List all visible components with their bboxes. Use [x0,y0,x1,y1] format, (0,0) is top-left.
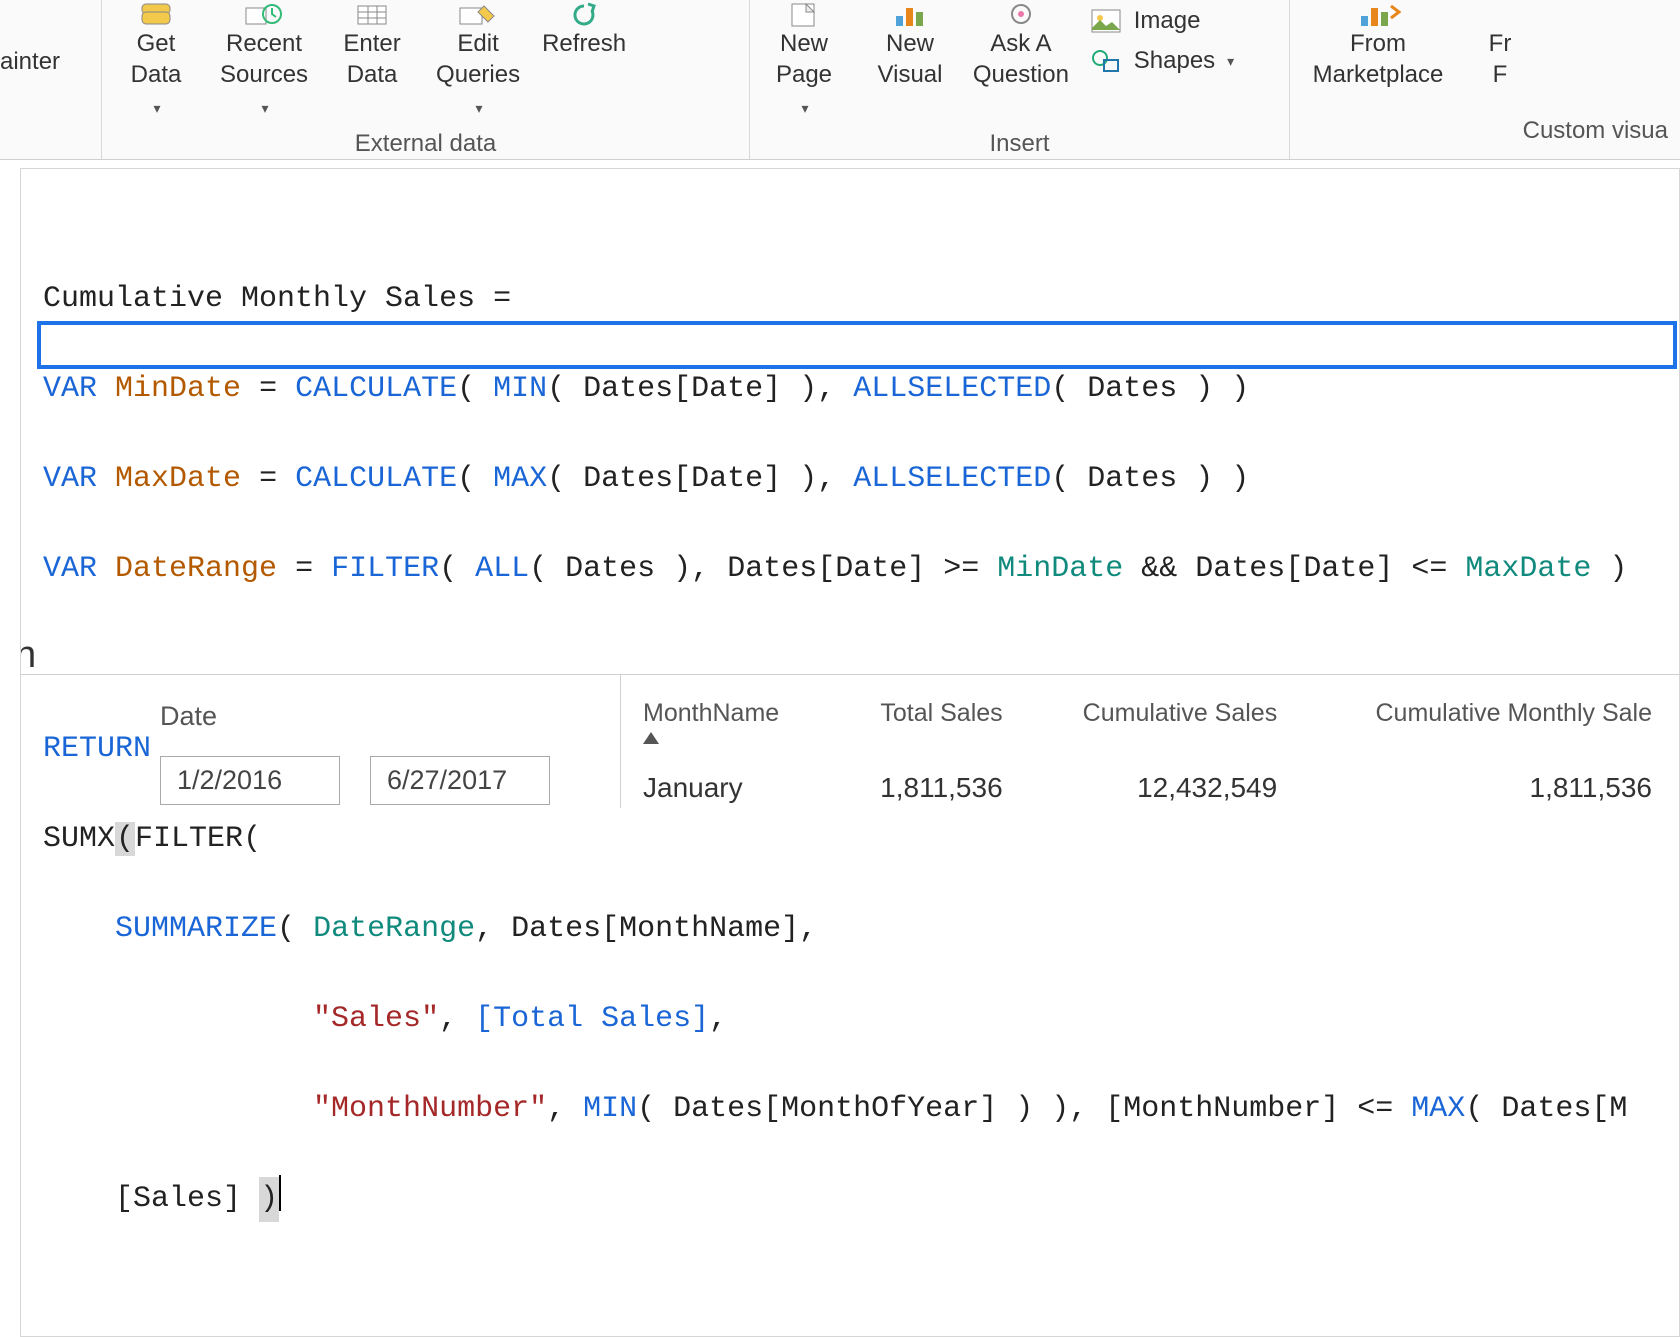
new-visual-button[interactable]: New Visual [864,0,956,92]
slicer-title: Date [160,701,620,732]
new-page-icon [780,2,828,28]
selection-highlight [37,321,1677,369]
col-cumulative-sales[interactable]: Cumulative Sales [1031,693,1306,762]
new-visual-label: New Visual [878,28,943,90]
slicer-from-input[interactable]: 1/2/2016 [160,756,340,805]
ribbon-group-insert: New Page ▾ New Visual Ask A Question [750,0,1290,159]
formula-line: VAR MinDate = CALCULATE( MIN( Dates[Date… [43,367,1669,412]
ribbon-group-label: Custom visua [1298,111,1672,155]
chevron-down-icon: ▾ [153,100,160,116]
recent-sources-label: Recent Sources [220,28,308,90]
ask-question-icon [997,2,1045,28]
formula-line-highlighted: VAR DateRange = FILTER( ALL( Dates ), Da… [43,547,1669,592]
formula-line: SUMMARIZE( DateRange, Dates[MonthName], [43,907,1669,952]
shapes-icon [1088,46,1124,76]
formula-line: "Sales", [Total Sales], [43,997,1669,1042]
refresh-button[interactable]: Refresh [538,0,630,61]
new-page-label: New Page [776,28,832,90]
image-icon [1088,6,1124,36]
get-data-label1: Get Data [131,28,182,90]
col-total-sales[interactable]: Total Sales [844,693,1030,762]
marketplace-icon [1354,2,1402,28]
ribbon-group-external-data: Get Data ▾ Recent Sources ▾ Enter Data Edi… [102,0,750,159]
recent-sources-button[interactable]: Recent Sources ▾ [216,0,312,124]
results-table[interactable]: MonthName Total Sales Cumulative Sales C… [620,674,1680,808]
formula-line: Cumulative Monthly Sales = [43,277,1669,322]
table-row[interactable]: January 1,811,536 12,432,549 1,811,536 [641,762,1680,808]
col-monthname[interactable]: MonthName [641,693,844,762]
enter-data-label: Enter Data [343,28,400,90]
from-file-icon [1476,2,1524,28]
image-label: Image [1134,7,1201,35]
ribbon: ainter Get Data▾ Recent Sources▾ Enter [0,0,1680,160]
get-data-button[interactable]: Get Data ▾ [110,0,202,124]
recent-sources-icon [240,2,288,28]
shapes-button[interactable]: Shapes ▾ [1086,42,1281,80]
formula-line: VAR MaxDate = CALCULATE( MAX( Dates[Date… [43,457,1669,502]
new-page-button[interactable]: New Page ▾ [758,0,850,124]
insert-stack: Image Shapes ▾ [1086,0,1281,80]
ask-question-label: Ask A Question [973,28,1069,90]
enter-data-icon [348,2,396,28]
chevron-down-icon: ▾ [262,100,269,116]
formula-line: "MonthNumber", MIN( Dates[MonthOfYear] )… [43,1087,1669,1132]
new-visual-icon [886,2,934,28]
ribbon-group-label: External data [110,124,741,168]
format-painter-partial[interactable]: ainter [0,0,102,159]
edit-queries-icon [454,2,502,28]
chevron-down-icon: ▾ [1227,53,1234,70]
cell-month: January [641,762,844,808]
cell-cum: 12,432,549 [1031,762,1306,808]
image-button[interactable]: Image [1086,2,1281,40]
shapes-label: Shapes [1134,47,1215,75]
edit-queries-button[interactable]: Edit Queries ▾ [432,0,524,124]
formula-line: SUMX(FILTER( [43,817,1669,862]
table-header-row: MonthName Total Sales Cumulative Sales C… [641,693,1680,762]
edit-queries-label: Edit Queries [436,28,520,90]
refresh-label: Refresh [542,28,626,59]
enter-data-button[interactable]: Enter Data [326,0,418,92]
canvas-visuals: Date 1/2/2016 6/27/2017 MonthName Total … [20,674,1680,808]
date-slicer[interactable]: Date 1/2/2016 6/27/2017 [20,674,620,808]
from-marketplace-button[interactable]: From Marketplace [1298,0,1458,92]
cell-total: 1,811,536 [844,762,1030,808]
format-painter-label: ainter [0,48,60,76]
chevron-down-icon: ▾ [801,100,808,116]
cell-cummon: 1,811,536 [1305,762,1680,808]
ribbon-group-custom-visuals: From Marketplace Fr F Custom visua [1290,0,1680,159]
formula-line: [Sales] ) [43,1177,1669,1222]
from-file-button-partial[interactable]: Fr F [1472,0,1528,92]
get-data-icon [132,2,180,28]
from-marketplace-label: From Marketplace [1313,28,1444,90]
ribbon-group-label: Insert [758,124,1281,168]
ask-question-button[interactable]: Ask A Question [970,0,1072,92]
from-file-label: Fr F [1489,28,1512,90]
col-cumulative-monthly-sales[interactable]: Cumulative Monthly Sale [1305,693,1680,762]
slicer-to-input[interactable]: 6/27/2017 [370,756,550,805]
refresh-icon [560,2,608,28]
chevron-down-icon: ▾ [476,100,483,116]
